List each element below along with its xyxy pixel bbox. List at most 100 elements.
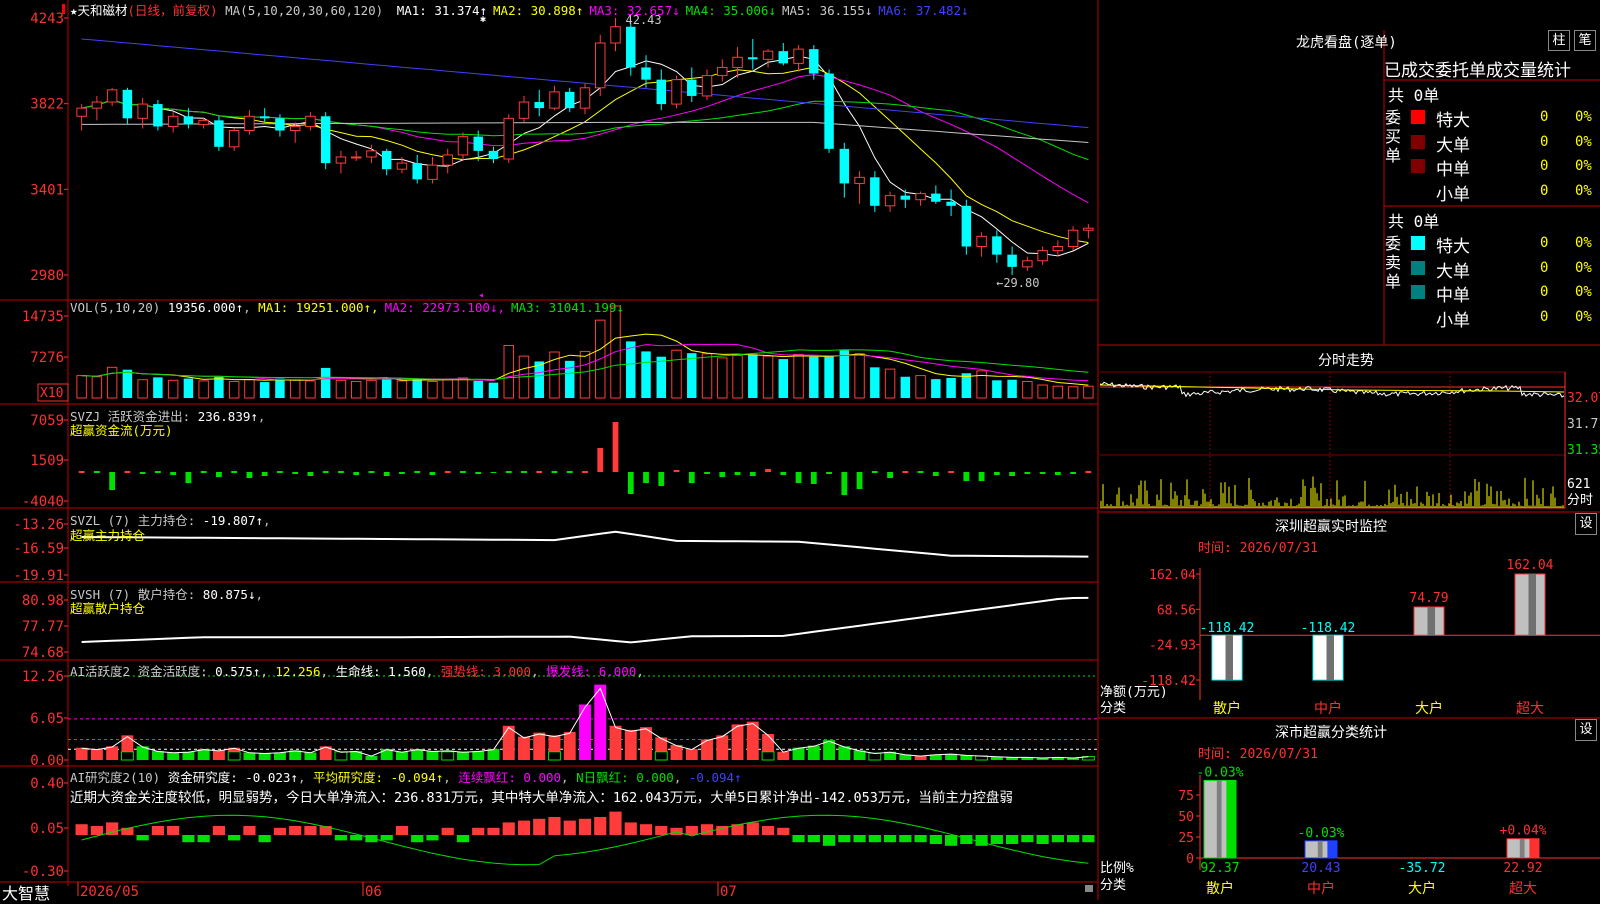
ai2-bar-down: [838, 835, 851, 843]
sz-class-category: 中户: [1307, 880, 1335, 897]
vol-axis-label: 14735: [22, 309, 64, 325]
sz-class-title: 深市超赢分类统计: [1275, 725, 1387, 741]
ma-legend-1: MA1: 31.374↑: [396, 3, 488, 18]
ai2-bar-down: [822, 835, 836, 846]
svsh-axis-label: 74.68: [22, 645, 64, 661]
sz-class-bar-edge: [1327, 840, 1337, 858]
svzj-bar-down: [429, 472, 436, 475]
svsh-value: 80.875↓: [202, 587, 256, 602]
vol-bar-down: [839, 350, 850, 398]
svzj-dot: [322, 471, 329, 473]
svzj-bar-down: [658, 472, 665, 486]
chart-canvas[interactable]: 424338223401298042.43←29.80✱◂147357276X1…: [0, 0, 1600, 900]
ai1-bar-down: [243, 752, 256, 760]
stock-name[interactable]: ★天和磁材: [70, 3, 128, 18]
vol-ma-legend-1: MA1: 19251.000↑,: [258, 300, 379, 315]
time-axis-label: 07: [720, 884, 737, 900]
sz-monitor-bar-shade: [1225, 635, 1233, 680]
vol-bar-up: [228, 380, 240, 399]
candle-body-up: [198, 119, 209, 125]
ai1-value: 0.575↑: [215, 664, 261, 679]
svzj-dot: [78, 471, 85, 473]
candle-body-up: [442, 154, 453, 166]
sz-class-value-label: -35.72: [1399, 861, 1446, 876]
sell-row-pct: 0%: [1575, 259, 1592, 276]
ai2-bar-up: [304, 826, 317, 835]
buy-swatch: [1411, 159, 1425, 173]
vol-unit-label: X10: [40, 386, 63, 401]
sz-class-category: 散户: [1206, 880, 1234, 897]
ai2-bar-down: [807, 835, 820, 843]
ai1-bar-up: [624, 729, 637, 760]
buy-row-name: 小单: [1436, 184, 1470, 205]
period-label[interactable]: (日线，前复权): [128, 3, 218, 18]
svzj-dot: [902, 471, 909, 473]
ma-legend-2: MA2: 30.898↑: [493, 3, 584, 18]
dragon-tabs-header[interactable]: 已成交委托单成交量统计: [1384, 56, 1571, 81]
vol-bar-up: [244, 379, 255, 399]
candle-body-down: [412, 163, 422, 180]
svzj-bar-down: [170, 472, 177, 475]
vol-bar-up: [198, 380, 209, 399]
ai1-bar-up: [563, 731, 576, 760]
candle-body-down: [824, 73, 834, 149]
vol-bar-up: [1037, 384, 1048, 399]
ai2-bar-down: [975, 835, 988, 846]
vol-bar-down: [473, 380, 483, 398]
candle-body-up: [106, 89, 118, 103]
vol-bar-up: [1067, 386, 1079, 399]
vol-bar-up: [442, 379, 453, 399]
svzj-bar-down: [307, 472, 314, 476]
tick-mode-button[interactable]: 笔: [1574, 30, 1596, 51]
svzj-bar-down: [353, 472, 360, 475]
svzj-bar-down: [810, 472, 817, 484]
ai2-bar-up: [472, 827, 485, 835]
ai2-ndays-label: N日飘红:: [576, 770, 629, 785]
vol-bar-down: [687, 353, 697, 398]
buy-row-name: 特大: [1436, 111, 1470, 131]
sell-row-pct: 0%: [1575, 308, 1592, 325]
sell-row-name: 小单: [1436, 310, 1470, 331]
ai2-bar-down: [868, 835, 881, 843]
sz-monitor-settings-button[interactable]: 设: [1575, 513, 1597, 535]
sz-class-value-label: 20.43: [1301, 861, 1340, 876]
candle-body-down: [946, 201, 956, 206]
ai2-bar-down: [182, 835, 195, 843]
sell-swatch: [1411, 260, 1425, 275]
candle-body-up: [579, 87, 591, 109]
svzj-dot: [368, 471, 375, 473]
candle-body-down: [809, 49, 819, 74]
sz-class-settings-button[interactable]: 设: [1575, 719, 1597, 741]
bar-mode-button[interactable]: 柱: [1548, 30, 1570, 51]
candle-body-down: [900, 195, 911, 200]
sell-row-name: 中单: [1436, 286, 1470, 306]
intraday-title: 分时走势: [1318, 353, 1374, 369]
svzj-dot: [460, 471, 466, 473]
candle-body-down: [870, 177, 880, 206]
candle-body-down: [153, 104, 163, 127]
vol-bar-up: [137, 379, 148, 399]
svzj-dot: [338, 471, 344, 473]
svzj-bar-down: [887, 472, 893, 478]
main-chart-header: ★天和磁材(日线，前复权) MA(5,10,20,30,60,120) MA1:…: [70, 0, 969, 19]
ai1-bar-hollow: [868, 752, 882, 761]
sz-class-top-label: +0.04%: [1500, 824, 1547, 839]
sz-class-category: 超大: [1509, 881, 1537, 897]
background: [0, 0, 1600, 900]
ai1-bar-down: [182, 751, 195, 760]
svzj-bar-down: [932, 472, 939, 476]
candle-body-down: [992, 236, 1002, 255]
svzj-dot: [566, 471, 573, 473]
intraday-price-label: 32.07: [1567, 391, 1600, 406]
buy-row-pct: 0%: [1575, 109, 1592, 125]
vol-bar-up: [289, 379, 301, 399]
svzj-bar-down: [704, 472, 710, 474]
ai1-label: AI活跃度2 资金活跃度:: [70, 664, 208, 679]
ai2-bar-down: [197, 835, 210, 843]
ai2-extra-value: -0.094↑: [688, 770, 742, 785]
sz-class-y-label: 25: [1178, 831, 1194, 846]
svzj-axis-label: 7059: [30, 413, 64, 429]
ai2-bar-down: [228, 835, 241, 841]
sz-class-y-label: 0: [1186, 852, 1194, 867]
svzj-bar-down: [1039, 472, 1046, 474]
